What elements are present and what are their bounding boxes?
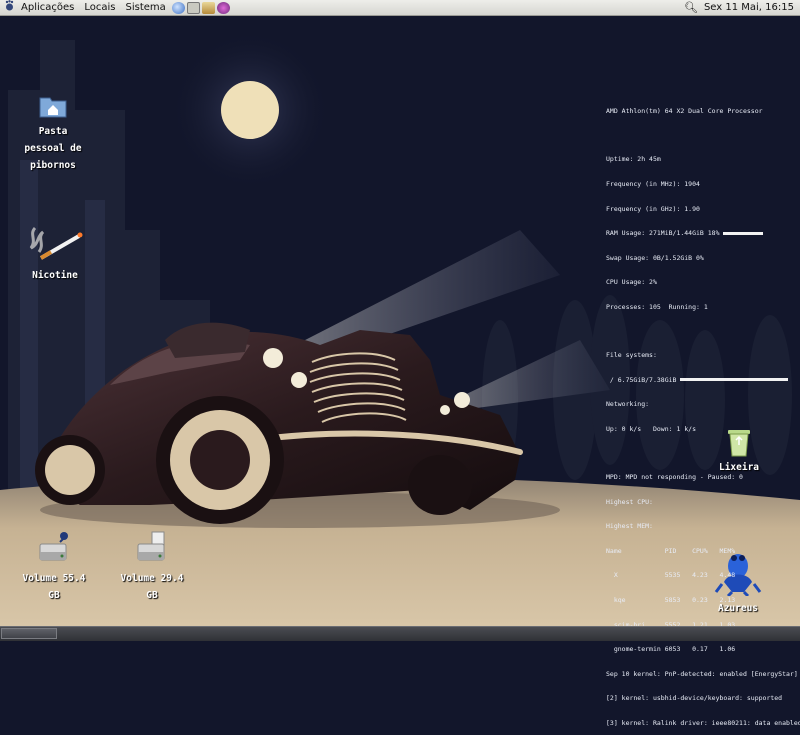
menu-places[interactable]: Locais — [79, 0, 120, 15]
menu-applications[interactable]: Aplicações — [16, 0, 79, 15]
conky-stat: RAM Usage: 271MiB/1.44GiB — [606, 229, 704, 238]
search-icon[interactable]: 🔍︎ — [684, 1, 698, 14]
conky-net-line: Up: 0 k/s Down: 1 k/s — [606, 424, 697, 433]
fs-bar — [680, 378, 789, 382]
conky-fs-row: / 6.75GiB/7.38GiB — [606, 376, 796, 384]
conky-stat: CPU Usage: 2% — [606, 278, 657, 287]
panel-right-area: 🔍︎ Sex 11 Mai, 16:15 — [684, 1, 800, 14]
conky-proc-header: Name PID CPU% MEM% — [606, 546, 736, 555]
conky-stat: Uptime: 2h 45m — [606, 155, 661, 164]
gnome-foot-icon[interactable] — [0, 0, 16, 16]
firefox-icon[interactable] — [171, 1, 185, 14]
cigarette-icon — [29, 226, 83, 260]
conky-log-line: [3] kernel: Ralink driver: ieee80211: da… — [606, 719, 800, 728]
conky-mpd-line: MPD: MPD not responding - Paused: 0 — [606, 472, 743, 481]
chat-icon[interactable] — [216, 1, 230, 14]
desktop-icon-nicotine[interactable]: Nicotine — [22, 222, 88, 284]
hard-drive-icon — [39, 532, 68, 561]
menu-system[interactable]: Sistema — [121, 0, 171, 15]
ram-percent: 18% — [707, 229, 720, 238]
mail-icon[interactable] — [201, 1, 215, 14]
conky-stat: Processes: 105 Running: 1 — [606, 303, 708, 312]
icon-label: Volume 29.4 — [120, 573, 184, 584]
conky-log-line: Sep 10 kernel: PnP-detected: enabled [En… — [606, 669, 798, 678]
icon-label: Pasta — [38, 126, 68, 137]
conky-proc-row: gnome-termin 6053 0.17 1.06 — [606, 645, 736, 654]
bottom-panel — [0, 626, 800, 641]
ram-bar — [723, 231, 764, 235]
conky-proc-row: X 5535 4.23 4.48 — [606, 571, 736, 580]
icon-label: GB — [146, 590, 158, 601]
icon-label: Nicotine — [32, 270, 78, 281]
icon-label: pibornos — [30, 160, 76, 171]
desktop-icon-volume-2[interactable]: Volume 29.4 GB — [112, 530, 192, 604]
conky-net-title: Networking: — [606, 400, 650, 409]
conky-swap-row: Swap Usage: 0B/1.52GiB 0% — [606, 254, 796, 262]
clock[interactable]: Sex 11 Mai, 16:15 — [704, 2, 794, 13]
home-folder-icon — [39, 97, 67, 118]
conky-log-line: [2] kernel: usbhid-device/keyboard: supp… — [606, 694, 783, 703]
show-desktop-button[interactable] — [1, 628, 57, 639]
conky-fs-line: / 6.75GiB/7.38GiB — [609, 375, 677, 384]
home-folder-icon[interactable] — [186, 1, 200, 14]
conky-fs-title: File systems: — [606, 351, 657, 360]
conky-cpu-line: AMD Athlon(tm) 64 X2 Dual Core Processor — [606, 107, 763, 116]
conky-proc-title: Highest CPU: — [606, 497, 653, 506]
icon-label: GB — [48, 590, 60, 601]
conky-ram-row: RAM Usage: 271MiB/1.44GiB 18% — [606, 229, 796, 237]
hard-drive-icon — [137, 531, 165, 561]
conky-proc-row: kqe 5853 0.23 2.13 — [606, 595, 736, 604]
icon-label: pessoal de — [24, 143, 82, 154]
icon-label: Volume 55.4 — [22, 573, 86, 584]
desktop-icon-home[interactable]: Pasta pessoal de pibornos — [16, 94, 90, 174]
conky-stat: Frequency (in MHz): 1904 — [606, 180, 700, 189]
swap-percent: 0% — [696, 253, 704, 262]
conky-stat: Frequency (in GHz): 1.90 — [606, 204, 700, 213]
desktop-icon-volume-1[interactable]: Volume 55.4 GB — [14, 530, 94, 604]
top-panel: Aplicações Locais Sistema 🔍︎ Sex 11 Mai,… — [0, 0, 800, 16]
conky-proc-title: Highest MEM: — [606, 522, 653, 531]
conky-stat: Swap Usage: 0B/1.52GiB — [606, 253, 693, 262]
